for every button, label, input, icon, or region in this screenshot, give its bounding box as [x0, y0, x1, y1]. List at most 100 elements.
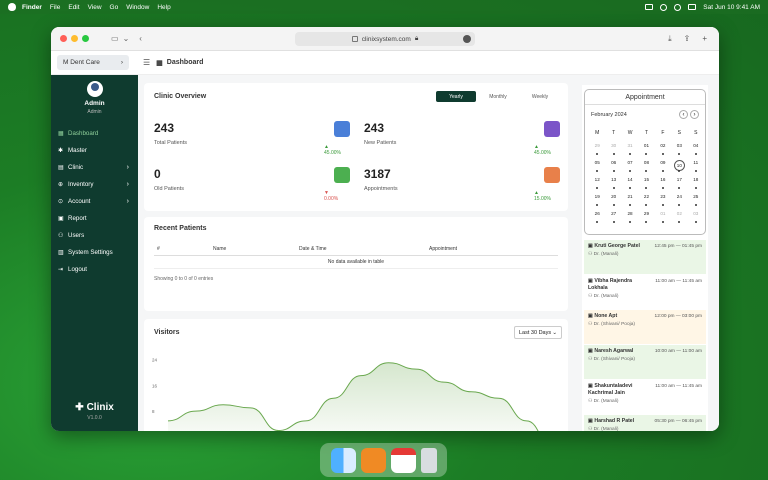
day-number: 29	[594, 143, 600, 148]
trash-icon[interactable]	[420, 447, 437, 473]
calendar-day[interactable]: 07	[622, 160, 638, 173]
calendar-day[interactable]: 31	[622, 143, 638, 156]
calendar-day[interactable]: 11	[688, 160, 704, 173]
menu-view[interactable]: View	[88, 4, 102, 11]
calendar-day[interactable]: 24	[671, 194, 687, 207]
recent-title: Recent Patients	[154, 225, 207, 232]
calendar-app-icon[interactable]	[390, 447, 416, 473]
calendar-day[interactable]: 02	[655, 143, 671, 156]
calendar-day[interactable]: 02	[671, 211, 687, 224]
calendar-day[interactable]: 12	[589, 177, 605, 190]
minimize-window-button[interactable]	[71, 35, 78, 42]
calendar-day[interactable]: 18	[688, 177, 704, 190]
day-number: 26	[594, 211, 600, 216]
next-month-button[interactable]: ›	[690, 110, 699, 119]
menu-clock[interactable]: Sat Jun 10 9:41 AM	[703, 4, 760, 11]
menu-help[interactable]: Help	[157, 4, 170, 11]
calendar-day[interactable]: 04	[688, 143, 704, 156]
calendar-day[interactable]: 17	[671, 177, 687, 190]
clinic-selector[interactable]: M Dent Care ›	[57, 55, 129, 70]
calendar-day[interactable]: 27	[605, 211, 621, 224]
prev-month-button[interactable]: ‹	[679, 110, 688, 119]
battery-icon[interactable]	[645, 4, 654, 10]
calendar-day[interactable]: 10	[671, 160, 687, 173]
calendar-day[interactable]: 20	[605, 194, 621, 207]
calendar-day[interactable]: 22	[638, 194, 654, 207]
appointment-item[interactable]: ▣ Naresh Agarwal ⚇ Dr. (Shivani/ Pooja) 10…	[584, 345, 706, 380]
share-icon[interactable]: ⇪	[684, 34, 691, 44]
sidebar-item-clinic[interactable]: ▤ Clinic ›	[51, 159, 138, 176]
calendar-day[interactable]: 29	[589, 143, 605, 156]
books-icon[interactable]	[360, 447, 386, 473]
wifi-icon[interactable]	[660, 3, 668, 11]
tab-weekly[interactable]: Weekly	[520, 91, 560, 102]
menu-file[interactable]: File	[50, 4, 60, 11]
calendar-day[interactable]: 21	[622, 194, 638, 207]
weekday-header: MTWTFSS	[589, 130, 704, 136]
control-center-icon[interactable]	[688, 4, 697, 10]
calendar-day[interactable]: 23	[655, 194, 671, 207]
sidebar-item-logout[interactable]: ⇥ Logout	[51, 261, 138, 278]
download-icon[interactable]: ⤓	[668, 34, 672, 44]
sidebar-item-account[interactable]: ⊙ Account ›	[51, 193, 138, 210]
menu-go[interactable]: Go	[110, 4, 119, 11]
calendar-day[interactable]: 14	[622, 177, 638, 190]
calendar-day[interactable]: 28	[622, 211, 638, 224]
sidebar-item-system-settings[interactable]: ▥ System Settings	[51, 244, 138, 261]
calendar-day[interactable]: 03	[671, 143, 687, 156]
avatar[interactable]	[86, 81, 103, 97]
calendar-day[interactable]: 30	[605, 143, 621, 156]
calendar-day[interactable]: 15	[638, 177, 654, 190]
finder-icon[interactable]	[330, 447, 356, 473]
col-date-time[interactable]: Date & Time	[296, 243, 426, 256]
chevron-right-icon: ›	[126, 198, 129, 205]
search-icon[interactable]	[674, 3, 682, 11]
close-window-button[interactable]	[60, 35, 67, 42]
user-role: Admin	[87, 109, 102, 115]
calendar-day[interactable]: 19	[589, 194, 605, 207]
calendar-day[interactable]: 13	[605, 177, 621, 190]
apple-icon[interactable]	[8, 3, 16, 11]
appointment-item[interactable]: ▣ Shakuntaladevi Kachrimal Jain ⚇ Dr. (Ma…	[584, 380, 706, 415]
chevron-down-icon[interactable]: ⌄	[123, 34, 130, 43]
calendar-day[interactable]: 25	[688, 194, 704, 207]
col-name[interactable]: Name	[210, 243, 296, 256]
day-number: 08	[643, 160, 650, 165]
calendar-day[interactable]: 05	[589, 160, 605, 173]
col-number[interactable]: #	[154, 243, 210, 256]
new-tab-icon[interactable]: +	[702, 34, 707, 44]
sidebar-item-report[interactable]: ▣ Report	[51, 210, 138, 227]
address-bar[interactable]: clinixsystem.com 🔒︎	[295, 32, 475, 46]
appointment-item[interactable]: ▣ Vibha Rajendra Lokhala ⚇ Dr. (Manali) 11…	[584, 275, 706, 310]
calendar-day[interactable]: 01	[638, 143, 654, 156]
more-icon[interactable]	[463, 35, 471, 43]
appointment-item[interactable]: ▣ None Apt ⚇ Dr. (Shivani/ Pooja) 12:00 pm…	[584, 310, 706, 345]
tab-yearly[interactable]: Yearly	[436, 91, 476, 102]
appointment-item[interactable]: ▣ Kruti George Patel ⚇ Dr. (Manali) 12:45 …	[584, 240, 706, 275]
calendar-day[interactable]: 29	[638, 211, 654, 224]
day-number: 01	[643, 143, 650, 148]
sidebar-item-users[interactable]: ⚇ Users	[51, 227, 138, 244]
back-icon[interactable]: ‹	[139, 34, 142, 43]
calendar-day[interactable]: 26	[589, 211, 605, 224]
calendar-day[interactable]: 09	[655, 160, 671, 173]
menu-toggle-icon[interactable]: ☰	[143, 58, 150, 67]
sidebar-item-master[interactable]: ✱ Master	[51, 142, 138, 159]
calendar-day[interactable]: 03	[688, 211, 704, 224]
sidebar-item-label: Users	[68, 232, 85, 239]
range-select[interactable]: Last 30 Days ⌄	[514, 326, 562, 339]
col-appointment[interactable]: Appointment	[426, 243, 558, 256]
calendar-day[interactable]: 08	[638, 160, 654, 173]
sidebar-item-inventory[interactable]: ⊕ Inventory ›	[51, 176, 138, 193]
menu-finder[interactable]: Finder	[22, 4, 42, 11]
sidebar-item-dashboard[interactable]: ▦ Dashboard	[51, 125, 138, 142]
calendar-day[interactable]: 01	[655, 211, 671, 224]
sidebar-toggle-icon[interactable]: ▭	[111, 34, 119, 43]
calendar-day[interactable]: 06	[605, 160, 621, 173]
appointment-item[interactable]: ▣ Harshad R Patel ⚇ Dr. (Manali) 05:30 pm …	[584, 415, 706, 431]
menu-edit[interactable]: Edit	[68, 4, 79, 11]
calendar-day[interactable]: 16	[655, 177, 671, 190]
tab-monthly[interactable]: Monthly	[478, 91, 518, 102]
zoom-window-button[interactable]	[82, 35, 89, 42]
menu-window[interactable]: Window	[126, 4, 149, 11]
